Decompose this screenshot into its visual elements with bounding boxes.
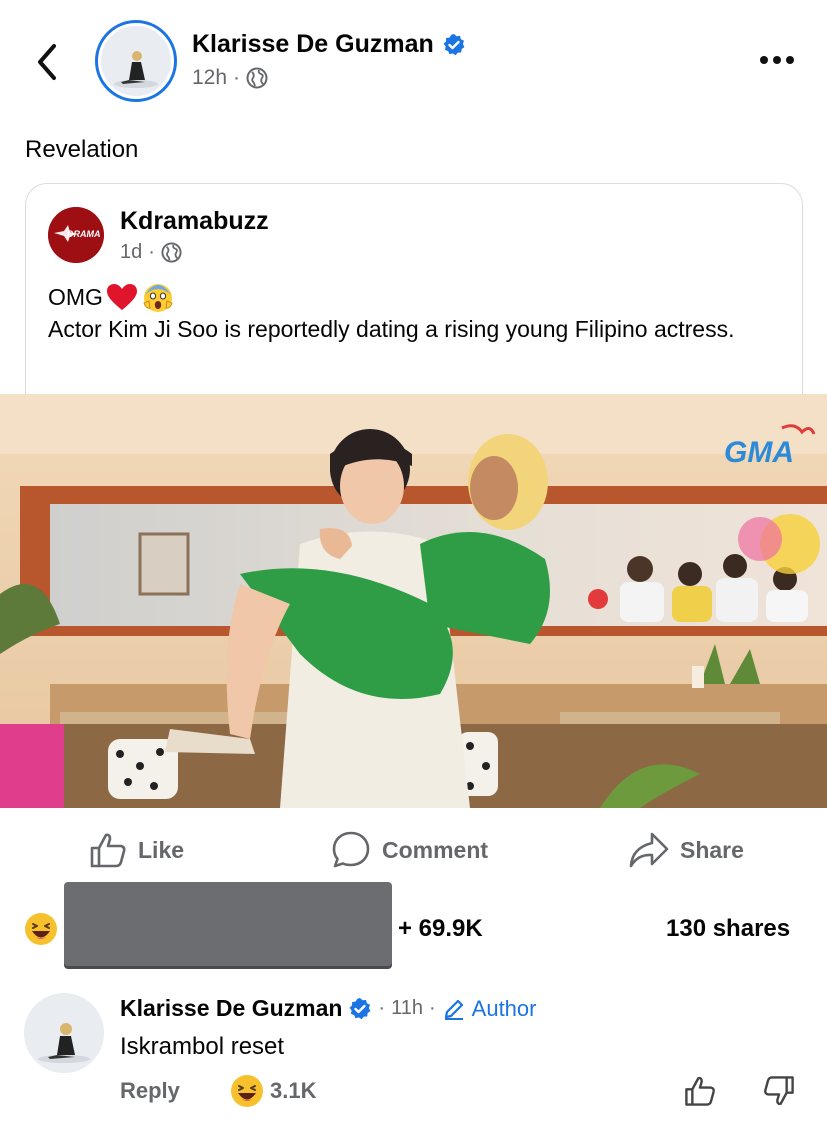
shared-post-meta: 1d · [120,241,182,264]
dot-icon [773,56,781,64]
reply-button[interactable]: Reply [120,1078,180,1104]
comment-text: Iskrambol reset [120,1033,285,1060]
author-avatar[interactable] [95,20,177,102]
comment-label: Comment [382,836,489,863]
share-label: Share [680,836,744,863]
avatar-photo [101,26,171,96]
thumbs-down-icon [764,1076,794,1106]
page-logo[interactable]: DRAMA [48,207,104,263]
gma-watermark: GMA [724,436,794,469]
comment-header: Klarisse De Guzman · 11h · Author [120,995,536,1022]
verified-badge-icon [350,997,371,1019]
meta-separator: · [148,241,155,263]
pencil-icon [444,999,463,1020]
tv-studio-photo: GMA [0,394,827,808]
shares-count[interactable]: 130 shares [666,915,790,943]
post-caption: Revelation [25,136,139,163]
meta-separator: · [233,66,241,89]
reaction-count[interactable]: + 69.9K [398,915,483,943]
shared-post-text: OMG Actor Kim Ji Soo is reportedly datin… [48,281,788,345]
post-meta: 12h · [192,66,268,90]
author-name-text: Klarisse De Guzman [192,30,434,58]
post-author[interactable]: Klarisse De Guzman [192,30,466,59]
shared-post-line1: OMG [48,284,103,310]
meta-separator: · [378,997,386,1019]
more-options-button[interactable] [760,56,794,64]
logo-text: DRAMA [67,229,101,239]
red-heart-icon [106,284,137,310]
author-badge: Author [471,995,537,1021]
commenter-name[interactable]: Klarisse De Guzman [120,995,342,1022]
redacted-reaction-names [64,882,392,966]
comment-bubble-icon [332,831,370,868]
verified-badge-icon [443,33,465,55]
commenter-photo [24,993,104,1073]
shared-post-body: Actor Kim Ji Soo is reportedly dating a … [48,316,735,342]
screaming-face-icon [143,284,173,312]
share-button[interactable]: Share [628,828,744,872]
like-button[interactable]: Like [88,828,184,872]
haha-reaction-icon [231,1075,263,1107]
globe-icon [161,242,182,263]
haha-reaction-icon[interactable] [24,912,58,951]
shared-page-name[interactable]: Kdramabuzz [120,207,269,236]
comment-reactions[interactable]: 3.1K [230,1074,316,1108]
back-button[interactable] [28,40,68,84]
shared-post-time: 1d [120,241,143,263]
comment-dislike-button[interactable] [762,1074,796,1113]
commenter-avatar[interactable] [24,993,104,1073]
dot-icon [786,56,794,64]
comment-time: 11h [391,997,423,1019]
comment-like-button[interactable] [683,1074,717,1113]
chevron-left-icon [38,44,56,80]
comment-reaction-count: 3.1K [270,1078,317,1103]
thumbs-up-icon [90,833,126,868]
like-label: Like [138,836,185,863]
share-arrow-icon [629,832,669,868]
post-time: 12h [192,66,228,89]
comment-button[interactable]: Comment [330,828,488,872]
globe-icon [246,67,268,89]
dot-icon [760,56,768,64]
thumbs-up-icon [685,1076,715,1106]
kdramabuzz-logo-icon: DRAMA [48,207,104,263]
meta-separator: · [428,997,436,1019]
post-photo[interactable]: GMA [0,394,827,808]
